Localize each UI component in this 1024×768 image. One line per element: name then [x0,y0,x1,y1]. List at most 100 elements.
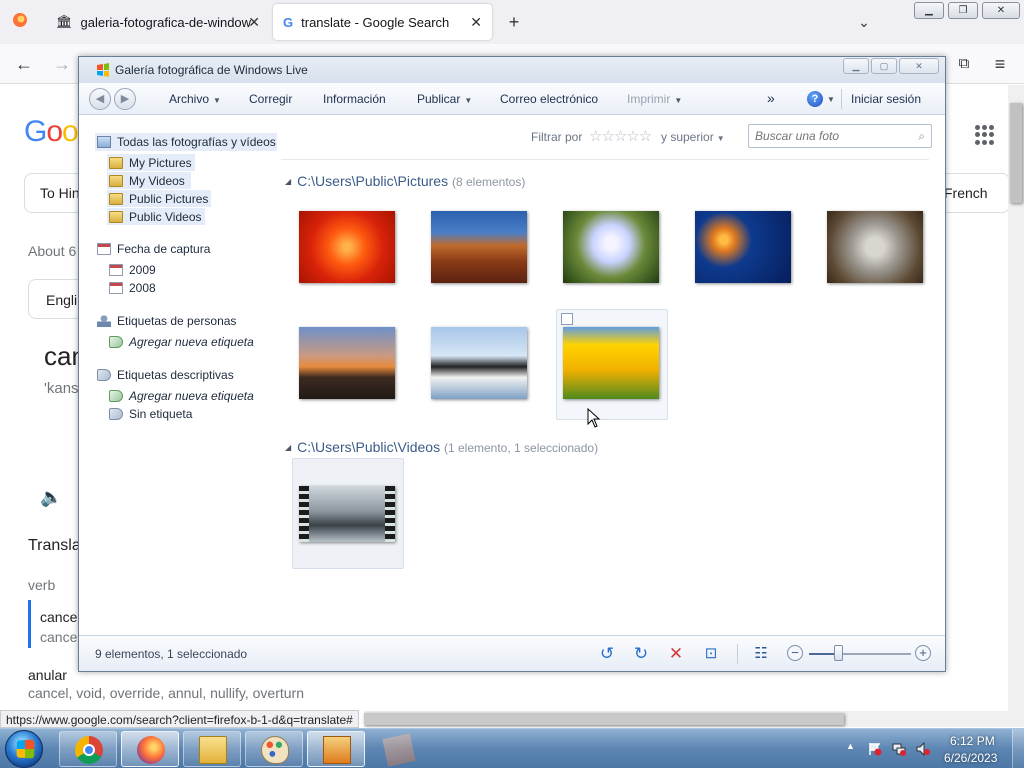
menu-publicar[interactable]: Publicar ▼ [417,92,472,106]
close-tab-icon[interactable]: ✕ [470,14,482,31]
video-thumbnail[interactable] [299,486,395,542]
taskbar-chrome[interactable] [59,731,117,767]
clock-date[interactable]: 6/26/2023 [944,751,997,765]
zoom-slider-thumb[interactable] [834,645,843,661]
speaker-icon[interactable]: 🔈 [40,487,62,508]
tab-google-search[interactable]: G translate - Google Search ✕ [273,4,492,40]
details-view-icon[interactable]: ☷ [751,644,771,664]
menu-icon[interactable]: ≡ [988,52,1012,76]
maximize-button[interactable]: ▢ [871,58,897,74]
photo-thumbnail[interactable] [299,327,395,399]
firefox-view-icon[interactable] [8,10,32,34]
chrome-icon [75,736,103,764]
extensions-icon[interactable]: ⧉ [952,52,976,76]
menu-correo[interactable]: Correo electrónico [500,92,598,106]
action-center-flag-icon[interactable] [868,742,882,756]
zoom-slider[interactable] [809,645,911,661]
folder-icon [109,174,123,187]
page-horizontal-scrollbar[interactable] [364,711,1024,727]
taskbar-firefox[interactable] [121,731,179,767]
taskbar-explorer[interactable] [183,731,241,767]
nav-untagged[interactable]: Sin etiqueta [109,407,192,421]
minimize-button[interactable]: ▁ [914,2,944,19]
close-button[interactable]: ✕ [899,58,939,74]
tab-gallery[interactable]: 🏛 galeria-fotografica-de-windows ✕ [46,4,270,40]
nav-people-tags[interactable]: Etiquetas de personas [97,314,236,328]
system-tray: ▲ 6:12 PM 6/26/2023 [840,729,1024,768]
google-logo[interactable]: Goo [24,115,79,149]
list-tabs-icon[interactable]: ⌄ [852,10,876,34]
search-icon[interactable]: ⌕ [918,129,925,144]
maximize-button[interactable]: ❐ [948,2,978,19]
google-apps-icon[interactable] [975,125,995,145]
rotate-right-icon[interactable]: ↻ [631,644,651,664]
nav-date-taken[interactable]: Fecha de captura [97,242,210,256]
rating-filter-stars[interactable]: ☆☆☆☆☆ [589,127,652,145]
network-icon[interactable] [892,742,906,756]
clock-time[interactable]: 6:12 PM [950,734,995,748]
forward-icon[interactable]: ▶ [114,88,136,110]
forward-icon[interactable]: → [50,52,74,76]
menu-archivo[interactable]: Archivo ▼ [169,92,221,106]
slideshow-icon[interactable]: ⊡ [701,644,721,664]
photo-thumbnail[interactable] [827,211,923,283]
select-checkbox[interactable] [561,313,573,325]
taskbar-paint[interactable] [245,731,303,767]
nav-public-videos[interactable]: Public Videos [107,208,205,225]
more-menu-icon[interactable]: » [767,90,775,106]
zoom-out-icon[interactable]: − [787,645,803,661]
close-button[interactable]: ✕ [982,2,1020,19]
taskbar-pinned-app[interactable] [369,731,427,767]
taskbar-photo-gallery[interactable] [307,731,365,767]
add-people-tag[interactable]: Agregar nueva etiqueta [109,335,254,349]
calendar-icon [97,243,111,255]
nav-all-photos[interactable]: Todas las fotografías y vídeos [95,133,277,151]
volume-icon[interactable] [916,742,930,756]
collapse-triangle-icon[interactable]: ◢ [285,443,291,452]
photo-thumbnail[interactable] [431,211,527,283]
signin-button[interactable]: Iniciar sesión [851,92,921,106]
zoom-in-icon[interactable]: + [915,645,931,661]
photo-search-box[interactable]: ⌕ [748,124,932,148]
show-desktop-button[interactable] [1012,729,1024,768]
rating-threshold-dropdown[interactable]: y superior ▼ [661,130,725,144]
nav-year-2009[interactable]: 2009 [109,263,156,277]
photo-thumbnail[interactable] [563,211,659,283]
group-header-pictures[interactable]: ◢ C:\Users\Public\Pictures (8 elementos) [285,173,525,189]
add-descriptive-tag[interactable]: Agregar nueva etiqueta [109,389,254,403]
menu-corregir[interactable]: Corregir [249,92,292,106]
group-header-videos[interactable]: ◢ C:\Users\Public\Videos (1 elemento, 1 s… [285,439,598,455]
photo-thumbnail[interactable] [563,327,659,399]
start-button[interactable] [5,730,43,768]
delete-icon[interactable]: ✕ [666,644,686,664]
collapse-triangle-icon[interactable]: ◢ [285,177,291,186]
film-strip-edge [385,486,395,542]
new-tab-icon[interactable]: + [502,10,526,34]
help-icon[interactable]: ? [807,91,823,107]
result-primary[interactable]: cance [40,609,77,625]
minimize-button[interactable]: ▁ [843,58,869,74]
nav-year-2008[interactable]: 2008 [109,281,156,295]
close-tab-icon[interactable]: ✕ [248,14,260,31]
menu-informacion[interactable]: Información [323,92,386,106]
gallery-titlebar[interactable]: Galería fotográfica de Windows Live ▁ ▢ … [79,57,945,83]
folder-icon [109,192,123,205]
photo-thumbnail[interactable] [695,211,791,283]
rotate-left-icon[interactable]: ↺ [597,644,617,664]
photo-thumbnail[interactable] [431,327,527,399]
nav-descriptive-tags[interactable]: Etiquetas descriptivas [97,368,234,382]
nav-my-pictures[interactable]: My Pictures [107,154,195,171]
search-input[interactable] [749,125,909,147]
alt-word[interactable]: anular [28,667,67,683]
nav-public-pictures[interactable]: Public Pictures [107,190,211,207]
page-vertical-scrollbar[interactable] [1008,85,1024,711]
back-icon[interactable]: ◀ [89,88,111,110]
back-icon[interactable]: ← [12,52,36,76]
windows-taskbar: ▲ 6:12 PM 6/26/2023 [0,728,1024,768]
photo-thumbnail[interactable] [299,211,395,283]
nav-my-videos[interactable]: My Videos [107,172,191,189]
folder-icon [199,736,227,764]
chevron-down-icon[interactable]: ▼ [827,95,835,104]
show-hidden-icons[interactable]: ▲ [846,741,855,751]
filter-label: Filtrar por [531,130,583,144]
